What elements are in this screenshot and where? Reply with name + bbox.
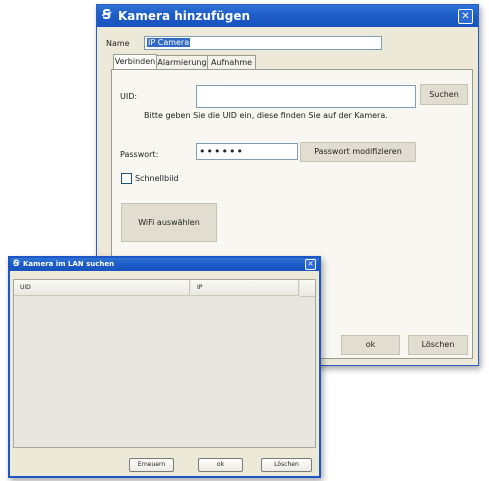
column-header-filler bbox=[300, 280, 315, 297]
wifi-select-button[interactable]: WiFi auswählen bbox=[121, 203, 217, 242]
snapshot-checkbox[interactable] bbox=[121, 173, 132, 184]
uid-input[interactable] bbox=[196, 85, 416, 108]
refresh-button[interactable]: Erneuern bbox=[129, 458, 174, 472]
camera-list[interactable]: UID IP bbox=[13, 279, 316, 448]
search-button[interactable]: Suchen bbox=[420, 84, 468, 105]
app-icon: Ꞩ bbox=[102, 8, 112, 23]
password-label: Passwort: bbox=[120, 150, 159, 159]
modify-password-button[interactable]: Passwort modifizieren bbox=[300, 142, 416, 162]
tab-verbinden[interactable]: Verbinden bbox=[113, 54, 157, 69]
lan-dialog-title: Kamera im LAN suchen bbox=[23, 260, 115, 268]
password-input[interactable]: •••••• bbox=[196, 143, 298, 160]
title-bar[interactable]: Ꞩ Kamera hinzufügen ✕ bbox=[97, 5, 478, 27]
delete-button[interactable]: Löschen bbox=[408, 335, 468, 355]
name-label: Name bbox=[106, 39, 130, 48]
lan-close-icon[interactable]: ✕ bbox=[305, 259, 316, 270]
lan-delete-button[interactable]: Löschen bbox=[261, 458, 312, 472]
lan-search-dialog: Ꞩ Kamera im LAN suchen ✕ UID IP Erneuern… bbox=[8, 256, 321, 478]
snapshot-label: Schnellbild bbox=[135, 174, 179, 183]
lan-ok-button[interactable]: ok bbox=[198, 458, 243, 472]
lan-title-bar[interactable]: Ꞩ Kamera im LAN suchen ✕ bbox=[10, 258, 319, 271]
close-icon[interactable]: ✕ bbox=[458, 9, 473, 24]
tab-aufnahme[interactable]: Aufnahme bbox=[207, 55, 256, 69]
uid-hint: Bitte geben Sie die UID ein, diese finde… bbox=[144, 111, 388, 120]
column-header-ip[interactable]: IP bbox=[191, 280, 299, 296]
tab-alarmierung[interactable]: Alarmierung bbox=[156, 55, 208, 69]
name-value: IP Camera bbox=[147, 38, 191, 47]
name-input[interactable]: IP Camera bbox=[144, 36, 382, 50]
column-header-uid[interactable]: UID bbox=[14, 280, 190, 296]
uid-label: UID: bbox=[120, 92, 138, 101]
dialog-title: Kamera hinzufügen bbox=[118, 9, 250, 23]
ok-button[interactable]: ok bbox=[341, 335, 400, 355]
